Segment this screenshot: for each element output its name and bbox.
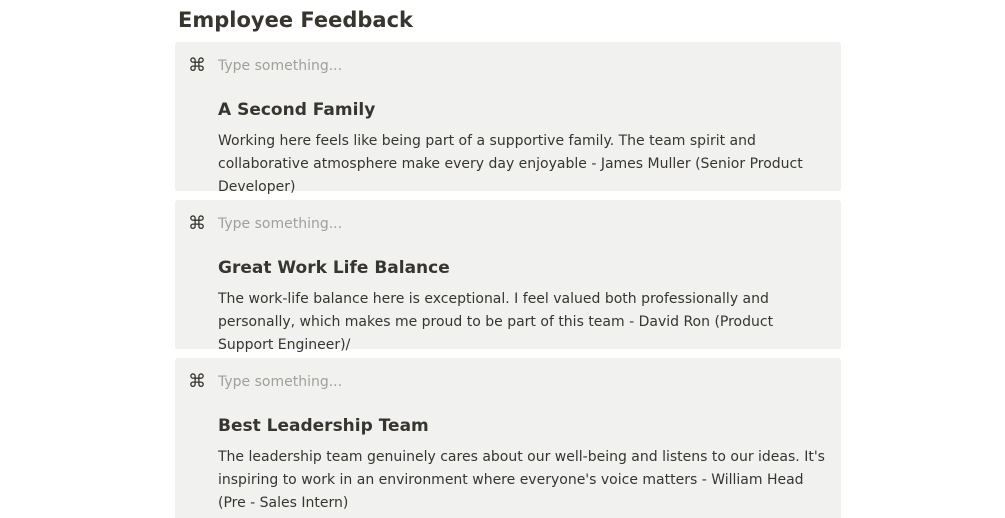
feedback-body: Working here feels like being part of a … <box>218 133 803 195</box>
feedback-card: ⌘ Best Leadership Team The leadership te… <box>175 358 841 518</box>
command-icon[interactable]: ⌘ <box>187 214 207 234</box>
feedback-title: Great Work Life Balance <box>218 258 450 278</box>
command-icon[interactable]: ⌘ <box>187 56 207 76</box>
command-icon[interactable]: ⌘ <box>187 372 207 392</box>
feedback-title: A Second Family <box>218 100 376 120</box>
feedback-card: ⌘ Great Work Life Balance The work-life … <box>175 200 841 353</box>
page-title: Employee Feedback <box>178 8 413 32</box>
page: Employee Feedback ⌘ A Second Family Work… <box>0 0 1005 518</box>
feedback-body: The leadership team genuinely cares abou… <box>218 449 825 511</box>
feedback-card: ⌘ A Second Family Working here feels lik… <box>175 42 841 195</box>
type-something-input[interactable] <box>218 214 818 234</box>
type-something-input[interactable] <box>218 56 818 76</box>
feedback-body: The work-life balance here is exceptiona… <box>218 291 774 353</box>
type-something-input[interactable] <box>218 372 818 392</box>
feedback-title: Best Leadership Team <box>218 416 429 436</box>
